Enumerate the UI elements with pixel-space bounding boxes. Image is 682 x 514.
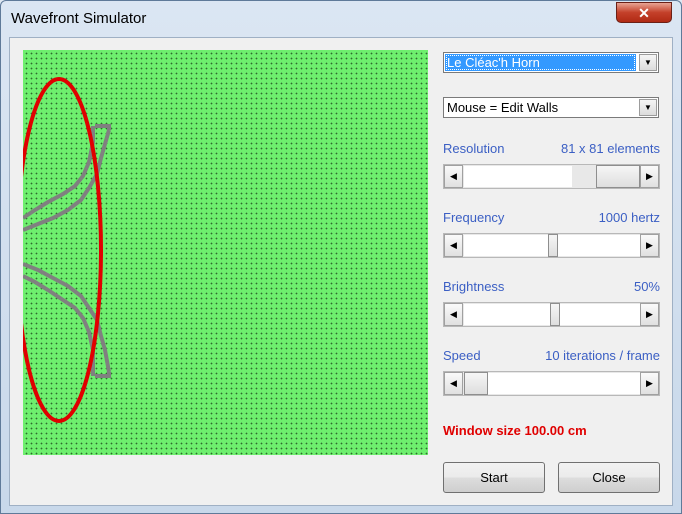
window-close-icon[interactable]: ✕ bbox=[616, 2, 672, 23]
title-bar: Wavefront Simulator ✕ bbox=[1, 1, 681, 37]
speed-slider[interactable]: ◀ ▶ bbox=[443, 371, 660, 396]
preset-selected-value: Le Cléac'h Horn bbox=[445, 54, 636, 71]
wall-lower-lip bbox=[95, 372, 111, 378]
brightness-track-left bbox=[464, 304, 550, 325]
resolution-track-left bbox=[464, 166, 572, 187]
close-button[interactable]: Close bbox=[558, 462, 660, 493]
speed-value: 10 iterations / frame bbox=[545, 348, 660, 363]
simulation-canvas[interactable] bbox=[23, 50, 428, 455]
brightness-label: Brightness bbox=[443, 279, 505, 294]
window-title: Wavefront Simulator bbox=[11, 10, 147, 27]
brightness-thumb[interactable] bbox=[550, 303, 560, 326]
wall-lower-outer bbox=[23, 274, 95, 376]
wall-upper-outer bbox=[23, 126, 95, 220]
brightness-slider[interactable]: ◀ ▶ bbox=[443, 302, 660, 327]
frequency-label: Frequency bbox=[443, 210, 505, 225]
scroll-right-icon[interactable]: ▶ bbox=[640, 372, 659, 395]
resolution-value: 81 x 81 elements bbox=[560, 141, 660, 156]
speed-track-right bbox=[488, 373, 640, 394]
speed-thumb[interactable] bbox=[464, 372, 488, 395]
scroll-right-icon[interactable]: ▶ bbox=[640, 303, 659, 326]
frequency-slider[interactable]: ◀ ▶ bbox=[443, 233, 660, 258]
scroll-left-icon[interactable]: ◀ bbox=[444, 372, 463, 395]
frequency-value: 1000 hertz bbox=[598, 210, 660, 225]
window-size-readout: Window size 100.00 cm bbox=[443, 423, 587, 438]
scroll-right-icon[interactable]: ▶ bbox=[640, 165, 659, 188]
frequency-track-right bbox=[558, 235, 640, 256]
scroll-right-icon[interactable]: ▶ bbox=[640, 234, 659, 257]
wall-upper-lip bbox=[95, 124, 111, 130]
preset-select[interactable]: Le Cléac'h Horn ▼ bbox=[443, 52, 659, 73]
frequency-thumb[interactable] bbox=[548, 234, 558, 257]
mouse-mode-select[interactable]: Mouse = Edit Walls ▼ bbox=[443, 97, 659, 118]
resolution-slider[interactable]: ◀ ▶ bbox=[443, 164, 660, 189]
scroll-left-icon[interactable]: ◀ bbox=[444, 165, 463, 188]
scroll-left-icon[interactable]: ◀ bbox=[444, 234, 463, 257]
wall-upper-back bbox=[63, 126, 93, 220]
scroll-left-icon[interactable]: ◀ bbox=[444, 303, 463, 326]
speed-label: Speed bbox=[443, 348, 481, 363]
chevron-down-icon[interactable]: ▼ bbox=[639, 54, 657, 71]
frequency-track-left bbox=[464, 235, 548, 256]
brightness-track-right bbox=[560, 304, 640, 325]
mouse-mode-selected-value: Mouse = Edit Walls bbox=[447, 100, 559, 115]
horn-walls bbox=[23, 77, 111, 423]
resolution-label: Resolution bbox=[443, 141, 505, 156]
start-button[interactable]: Start bbox=[443, 462, 545, 493]
resolution-thumb[interactable] bbox=[596, 165, 640, 188]
annotation-circle bbox=[23, 77, 103, 423]
brightness-value: 50% bbox=[633, 279, 660, 294]
chevron-down-icon[interactable]: ▼ bbox=[639, 99, 657, 116]
